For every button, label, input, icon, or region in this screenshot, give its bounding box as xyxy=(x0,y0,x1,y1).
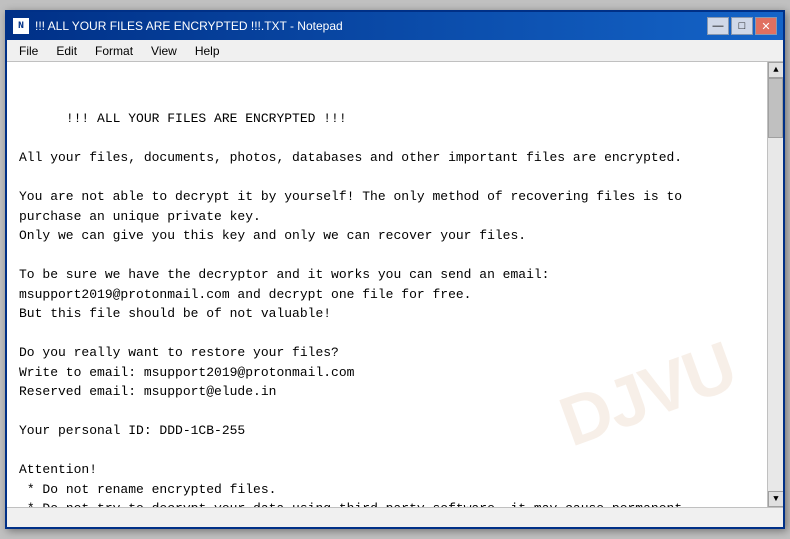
menu-bar: File Edit Format View Help xyxy=(7,40,783,62)
menu-view[interactable]: View xyxy=(143,42,185,60)
text-content[interactable]: DJVU !!! ALL YOUR FILES ARE ENCRYPTED !!… xyxy=(7,62,767,507)
watermark: DJVU xyxy=(546,315,750,475)
menu-edit[interactable]: Edit xyxy=(48,42,85,60)
scrollbar-thumb[interactable] xyxy=(768,78,783,138)
scrollbar: ▲ ▼ xyxy=(767,62,783,507)
ransomware-text: !!! ALL YOUR FILES ARE ENCRYPTED !!! All… xyxy=(19,111,682,507)
title-bar: N !!! ALL YOUR FILES ARE ENCRYPTED !!!.T… xyxy=(7,12,783,40)
notepad-icon: N xyxy=(13,18,29,34)
content-area: DJVU !!! ALL YOUR FILES ARE ENCRYPTED !!… xyxy=(7,62,783,507)
scroll-up-button[interactable]: ▲ xyxy=(768,62,783,78)
scrollbar-track[interactable] xyxy=(768,78,783,491)
menu-format[interactable]: Format xyxy=(87,42,141,60)
menu-file[interactable]: File xyxy=(11,42,46,60)
title-bar-left: N !!! ALL YOUR FILES ARE ENCRYPTED !!!.T… xyxy=(13,18,343,34)
minimize-button[interactable]: — xyxy=(707,17,729,35)
status-bar xyxy=(7,507,783,527)
scroll-down-button[interactable]: ▼ xyxy=(768,491,783,507)
menu-help[interactable]: Help xyxy=(187,42,228,60)
maximize-button[interactable]: □ xyxy=(731,17,753,35)
notepad-window: N !!! ALL YOUR FILES ARE ENCRYPTED !!!.T… xyxy=(5,10,785,529)
window-title: !!! ALL YOUR FILES ARE ENCRYPTED !!!.TXT… xyxy=(35,19,343,33)
close-button[interactable]: ✕ xyxy=(755,17,777,35)
window-controls: — □ ✕ xyxy=(707,17,777,35)
